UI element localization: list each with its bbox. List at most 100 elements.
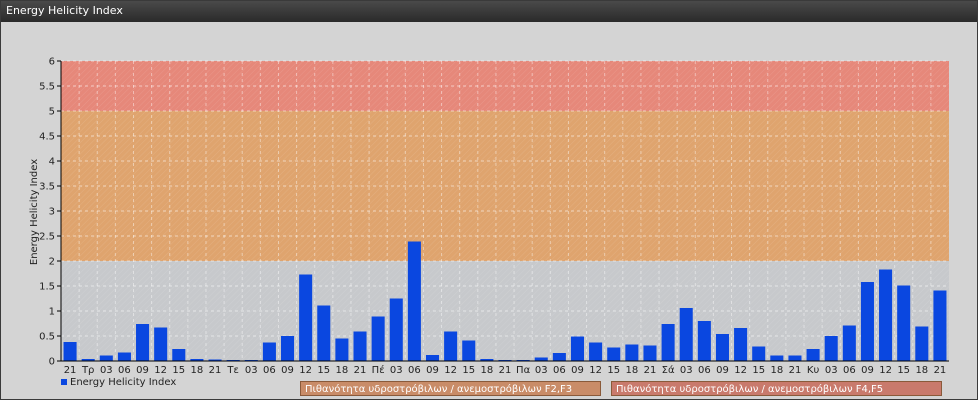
x-tick-label-19: 06	[408, 365, 421, 376]
y-tick-label-10: 5	[49, 107, 55, 118]
bar-31	[625, 344, 639, 361]
bar-4	[136, 324, 150, 361]
x-tick-label-43: 06	[843, 365, 856, 376]
bar-12	[281, 336, 295, 361]
bar-29	[589, 342, 603, 361]
bar-19	[407, 241, 421, 361]
x-tick-label-28: 09	[571, 365, 584, 376]
x-tick-label-9: Τε	[226, 365, 239, 376]
x-tick-label-22: 15	[462, 365, 475, 376]
x-tick-label-38: 15	[752, 365, 765, 376]
bar-0	[63, 342, 77, 361]
x-tick-label-45: 12	[879, 365, 892, 376]
x-tick-label-14: 15	[317, 365, 330, 376]
bar-48	[933, 290, 947, 361]
bar-37	[734, 328, 748, 361]
bar-28	[570, 336, 585, 361]
bar-33	[661, 324, 675, 361]
x-tick-label-16: 21	[354, 365, 367, 376]
series-legend-label: Energy Helicity Index	[70, 377, 177, 388]
x-tick-label-46: 15	[897, 365, 910, 376]
x-tick-label-35: 06	[698, 365, 711, 376]
y-tick-label-4: 2	[49, 257, 55, 268]
bar-13	[299, 274, 313, 361]
chart-canvas: 0 0.5 1 1.5 2 2.5 3 3.5 4 4.5 5 5.5 6 21 Τρ 03 06 09 12 15…	[29, 57, 949, 376]
x-tick-label-25: Πα	[516, 365, 531, 376]
x-tick-label-18: 03	[390, 365, 403, 376]
x-tick-label-48: 21	[934, 365, 947, 376]
x-tick-label-32: 21	[644, 365, 657, 376]
bar-26	[534, 357, 548, 361]
bar-42	[824, 336, 838, 361]
y-tick-label-3: 1.5	[39, 282, 55, 293]
x-tick-label-4: 09	[136, 365, 149, 376]
x-tick-label-15: 18	[336, 365, 349, 376]
y-tick-label-6: 3	[49, 207, 55, 218]
x-tick-label-24: 21	[499, 365, 512, 376]
bar-14	[317, 305, 331, 361]
bar-38	[752, 346, 766, 361]
x-tick-label-27: 06	[553, 365, 566, 376]
x-tick-label-7: 18	[191, 365, 204, 376]
bar-35	[697, 321, 711, 361]
x-tick-label-11: 06	[263, 365, 276, 376]
x-tick-label-39: 18	[770, 365, 783, 376]
bar-47	[915, 326, 929, 361]
x-tick-label-13: 12	[299, 365, 312, 376]
y-tick-label-12: 6	[49, 57, 55, 68]
bar-36	[715, 334, 729, 361]
x-tick-label-17: Πέ	[372, 364, 385, 376]
bar-32	[643, 345, 657, 361]
x-tick-label-34: 03	[680, 365, 693, 376]
bar-16	[353, 331, 367, 361]
series-swatch	[61, 379, 67, 385]
x-tick-label-37: 12	[734, 365, 747, 376]
x-tick-label-5: 12	[154, 365, 167, 376]
x-tick-label-36: 09	[716, 365, 729, 376]
x-tick-label-10: 03	[245, 365, 258, 376]
bar-18	[389, 298, 403, 361]
x-tick-label-3: 06	[118, 365, 131, 376]
bar-43	[842, 325, 856, 361]
bar-20	[425, 355, 440, 361]
y-axis-label: Energy Helicity Index	[29, 159, 40, 265]
series-legend: Energy Helicity Index	[61, 377, 176, 389]
bar-22	[462, 340, 476, 361]
bar-39	[770, 355, 784, 361]
x-tick-label-31: 18	[625, 365, 638, 376]
bar-30	[607, 347, 621, 361]
bar-5	[154, 327, 168, 361]
bar-45	[879, 269, 893, 361]
chart-window: Energy Helicity Index 0 0.5 1 1.5 2 2.5 3 3.5 4 4…	[0, 0, 978, 400]
x-tick-label-23: 18	[481, 365, 494, 376]
bar-17	[371, 316, 385, 361]
y-tick-label-0: 0	[49, 357, 55, 368]
y-tick-label-9: 4.5	[39, 132, 55, 143]
bar-34	[679, 308, 693, 361]
bar-41	[806, 349, 820, 361]
x-tick-label-40: 21	[789, 365, 802, 376]
y-tick-label-7: 3.5	[39, 182, 55, 193]
x-tick-label-29: 12	[589, 365, 602, 376]
bar-44	[860, 282, 874, 361]
bar-40	[788, 355, 802, 361]
x-tick-label-41: Κυ	[807, 365, 820, 376]
bar-11	[262, 342, 276, 361]
x-tick-label-20: 09	[426, 365, 439, 376]
x-tick-label-1: Τρ	[81, 365, 94, 376]
x-tick-label-12: 09	[281, 365, 294, 376]
bar-46	[897, 285, 911, 361]
x-tick-label-30: 15	[607, 365, 620, 376]
band-legend-f4-f5: Πιθανότητα υδροστρόβιλων / ανεμοστρόβιλω…	[611, 381, 942, 396]
x-tick-label-26: 03	[535, 365, 548, 376]
y-tick-label-2: 1	[49, 307, 55, 318]
y-tick-label-8: 4	[49, 157, 55, 168]
bar-15	[335, 338, 349, 361]
y-tick-label-5: 2.5	[39, 232, 55, 243]
x-tick-label-0: 21	[64, 365, 77, 376]
x-tick-label-2: 03	[100, 365, 113, 376]
bar-3	[117, 352, 131, 361]
y-tick-label-11: 5.5	[39, 82, 55, 93]
y-tick-label-1: 0.5	[39, 332, 55, 343]
x-tick-label-44: 09	[861, 365, 874, 376]
